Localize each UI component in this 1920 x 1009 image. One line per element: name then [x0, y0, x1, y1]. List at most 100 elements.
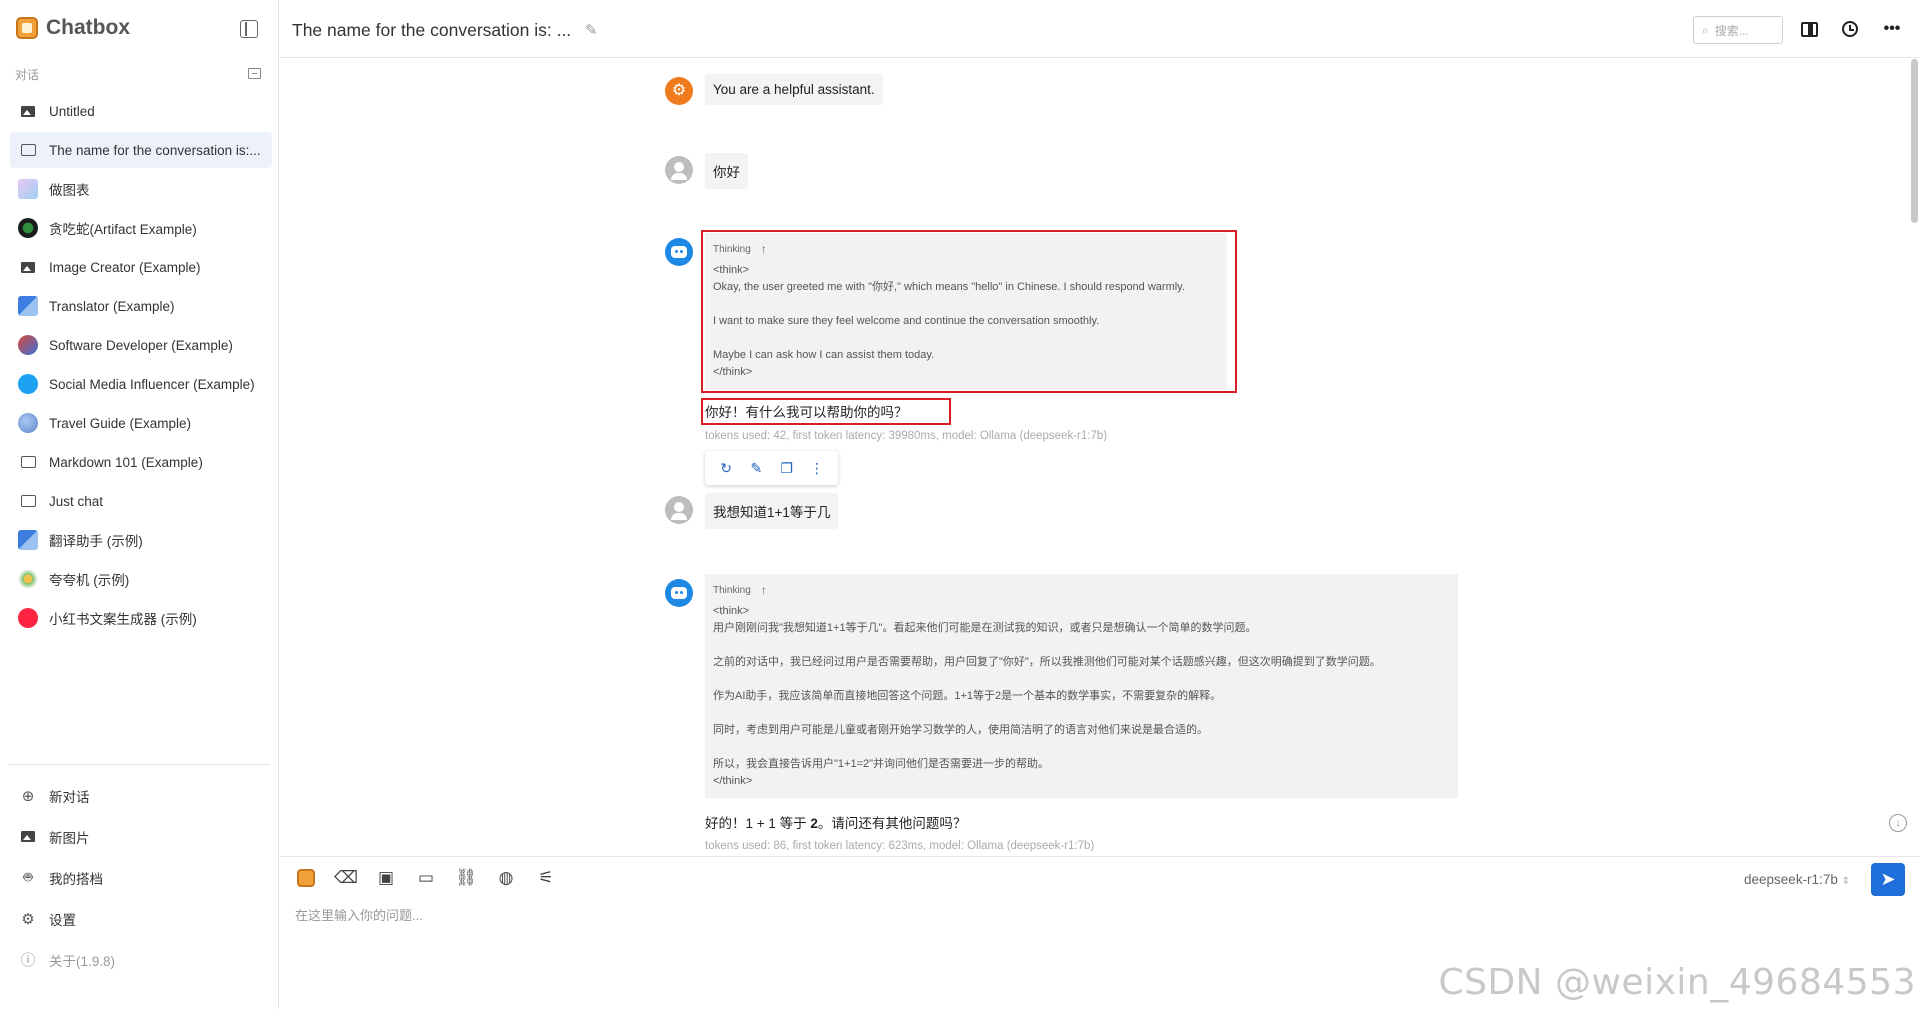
user-avatar	[665, 156, 693, 184]
globe-icon: ◍	[498, 868, 514, 887]
thinking-line: </think>	[713, 775, 753, 787]
layout-icon	[1800, 21, 1818, 37]
scrollbar[interactable]	[1911, 59, 1918, 223]
copy-icon[interactable]: ❐	[776, 460, 798, 477]
settings-sliders-button[interactable]: ⚟	[534, 866, 558, 890]
conversation-header: The name for the conversation is: ... ✎ …	[280, 0, 1920, 58]
conversation-item-current[interactable]: The name for the conversation is:...	[10, 132, 272, 168]
answer-text: 。请问还有其他问题吗？	[817, 816, 967, 831]
conversation-item-travel-guide[interactable]: Travel Guide (Example)	[10, 405, 272, 441]
collapse-arrow-icon: ↑	[760, 583, 767, 597]
new-image-button[interactable]: 新图片	[10, 816, 272, 857]
chatbox-logo-icon	[16, 17, 38, 39]
attach-image-button[interactable]: ▣	[374, 866, 398, 890]
web-search-button[interactable]: ◍	[494, 866, 518, 890]
chevron-updown-icon: ⇕	[1841, 876, 1850, 887]
message-meta: tokens used: 86, first token latency: 62…	[705, 840, 1095, 852]
attach-link-button[interactable]: ⛓	[454, 866, 478, 890]
new-chat-button[interactable]: ⊕ 新对话	[10, 775, 272, 816]
attach-file-button[interactable]: ▭	[414, 866, 438, 890]
version-label: 关于(1.9.8)	[49, 953, 116, 969]
model-selector[interactable]: deepseek-r1:7b ⇕	[1744, 872, 1850, 887]
my-copilots-button[interactable]: 🤖︎ 我的搭档	[10, 857, 272, 898]
conversation-item-untitled[interactable]: Untitled	[10, 93, 272, 129]
menu-label: 我的搭档	[49, 871, 103, 887]
conversation-item-just-chat[interactable]: Just chat	[10, 483, 272, 519]
conversation-item-markdown[interactable]: Markdown 101 (Example)	[10, 444, 272, 480]
history-icon	[1842, 21, 1858, 37]
scroll-to-bottom-icon[interactable]: ↓	[1889, 814, 1907, 832]
search-input[interactable]: ⌕ 搜索...	[1693, 16, 1783, 44]
regenerate-icon[interactable]: ↻	[715, 460, 737, 477]
copilot-picker-button[interactable]	[294, 866, 318, 890]
more-options-button[interactable]: •••	[1882, 19, 1902, 39]
user-avatar	[665, 496, 693, 524]
conversation-label: Untitled	[49, 103, 95, 119]
conversation-label: The name for the conversation is:...	[49, 142, 261, 158]
toggle-layout-button[interactable]	[1799, 19, 1819, 39]
conversation-label: Software Developer (Example)	[49, 337, 233, 353]
more-icon: •••	[1883, 20, 1901, 37]
send-button[interactable]: ➤	[1871, 863, 1905, 896]
conversation-label: Travel Guide (Example)	[49, 415, 192, 431]
assistant-avatar	[665, 579, 693, 607]
robot-icon: 🤖︎	[23, 869, 33, 886]
conversation-label: 做图表	[49, 183, 90, 198]
menu-label: 新图片	[49, 830, 90, 846]
thinking-line: 所以，我会直接告诉用户"1+1=2"并询问他们是否需要进一步的帮助。	[713, 758, 1050, 770]
conversation-label: 夸夸机 (示例)	[49, 573, 130, 588]
more-vertical-icon[interactable]: ⋮	[806, 460, 828, 477]
conversation-label: 贪吃蛇(Artifact Example)	[49, 222, 197, 237]
developer-avatar-icon	[18, 335, 38, 355]
edit-title-icon[interactable]: ✎	[585, 21, 598, 39]
assistant-answer: 好的！1 + 1 等于 2。请问还有其他问题吗？	[705, 812, 966, 832]
conversation-item-praise-bot[interactable]: 夸夸机 (示例)	[10, 561, 272, 597]
snake-avatar-icon	[18, 218, 38, 238]
translator-avatar-icon	[18, 530, 38, 550]
about-button[interactable]: ⓘ 关于(1.9.8)	[10, 939, 272, 980]
thinking-line-gap	[713, 739, 1450, 756]
app-title: Chatbox	[46, 16, 130, 39]
thinking-block: Thinking ↑ <think> 用户刚刚问我"我想知道1+1等于几"。看起…	[705, 574, 1458, 798]
conversation-item-translate-assistant[interactable]: 翻译助手 (示例)	[10, 522, 272, 558]
conversation-item-image-creator[interactable]: Image Creator (Example)	[10, 249, 272, 285]
conversation-label: 小红书文案生成器 (示例)	[49, 612, 197, 627]
composer-toolbar: ⌫ ▣ ▭ ⛓ ◍ ⚟	[294, 866, 558, 890]
menu-label: 设置	[49, 912, 76, 928]
highlight-box-thinking	[701, 230, 1237, 393]
thinking-line-gap	[713, 637, 1450, 654]
conversation-item-social-media[interactable]: Social Media Influencer (Example)	[10, 366, 272, 402]
edit-message-icon[interactable]: ✎	[745, 460, 767, 477]
link-icon: ⛓	[455, 868, 477, 887]
translator-avatar-icon	[18, 296, 38, 316]
conversation-label: 翻译助手 (示例)	[49, 534, 143, 549]
archive-icon[interactable]	[248, 68, 261, 79]
conversation-title: The name for the conversation is: ...	[292, 20, 572, 40]
conversation-item-xiaohongshu[interactable]: 小红书文案生成器 (示例)	[10, 600, 272, 636]
conversation-item-translator[interactable]: Translator (Example)	[10, 288, 272, 324]
model-name: deepseek-r1:7b	[1744, 872, 1838, 887]
conversation-item-snake[interactable]: 贪吃蛇(Artifact Example)	[10, 210, 272, 246]
send-icon: ➤	[1880, 869, 1896, 889]
image-icon	[18, 101, 38, 121]
message-list[interactable]: You are a helpful assistant. 你好 Thinking…	[280, 59, 1920, 856]
conversation-item-software-developer[interactable]: Software Developer (Example)	[10, 327, 272, 363]
settings-button[interactable]: ⚙ 设置	[10, 898, 272, 939]
thinking-line: <think>	[713, 605, 750, 617]
assistant-avatar	[665, 238, 693, 266]
thinking-header[interactable]: Thinking ↑	[713, 582, 1450, 599]
gear-icon: ⚙	[21, 910, 35, 928]
chat-bubble-icon	[18, 452, 38, 472]
clear-context-button[interactable]: ⌫	[334, 866, 358, 890]
plus-circle-icon: ⊕	[21, 787, 35, 805]
robot-icon	[671, 587, 687, 599]
conversation-list: Untitled The name for the conversation i…	[10, 93, 272, 639]
image-icon	[18, 831, 38, 842]
message-input[interactable]: 在这里输入你的问题...	[295, 905, 423, 924]
thinking-line: 同时，考虑到用户可能是儿童或者刚开始学习数学的人，使用简洁明了的语言对他们来说是…	[713, 724, 1208, 736]
history-button[interactable]	[1840, 19, 1860, 39]
collapse-sidebar-icon[interactable]	[240, 20, 258, 38]
conversation-item-chart[interactable]: 做图表	[10, 171, 272, 207]
sidebar-menu: ⊕ 新对话 新图片 🤖︎ 我的搭档 ⚙ 设置 ⓘ 关于(1.9.8)	[10, 775, 272, 980]
thinking-line: 作为AI助手，我应该简单而直接地回答这个问题。1+1等于2是一个基本的数学事实，…	[713, 690, 1222, 702]
